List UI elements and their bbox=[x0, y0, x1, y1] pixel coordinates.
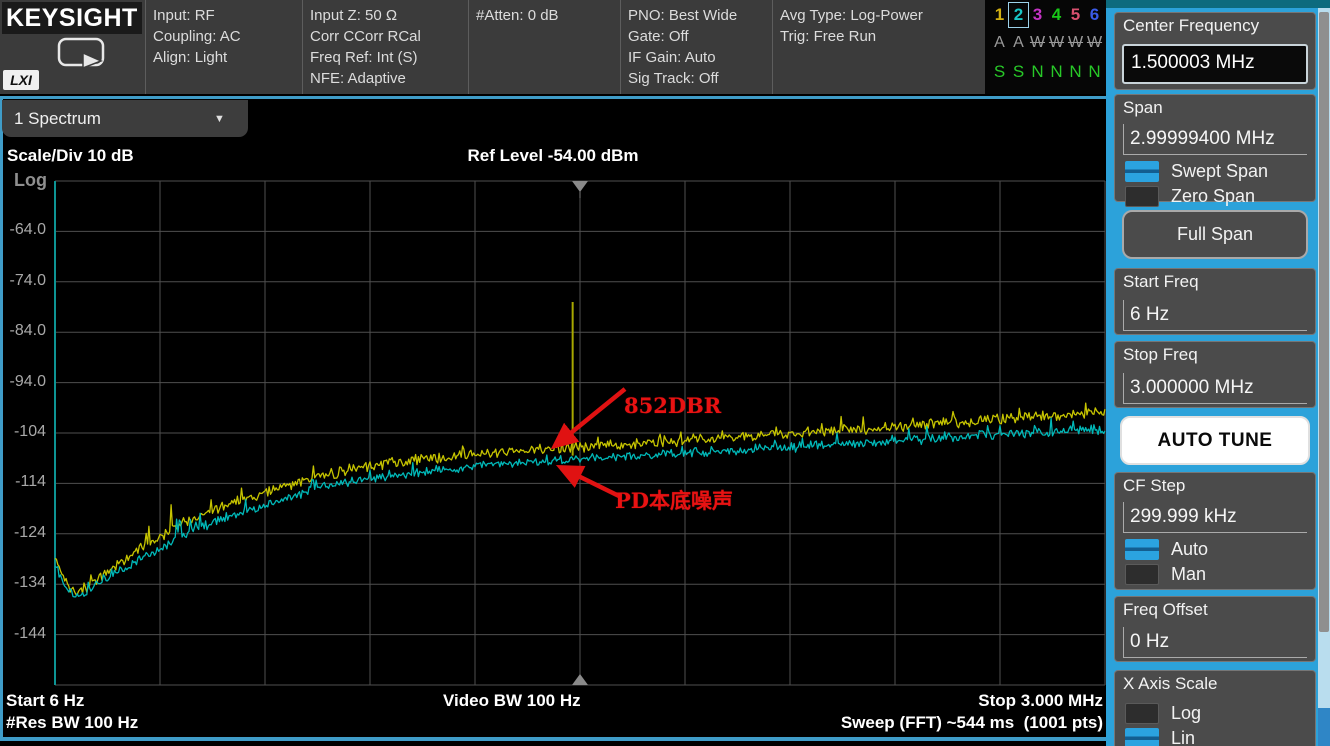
toggle-option-zero-span[interactable]: Zero Span bbox=[1115, 184, 1315, 210]
toggle-label: Zero Span bbox=[1171, 184, 1255, 209]
sidebar-scrollbar-thumb[interactable] bbox=[1319, 12, 1329, 632]
auto-tune-button[interactable]: AUTO TUNE bbox=[1120, 416, 1310, 465]
toggle-selected-indicator bbox=[1125, 728, 1159, 746]
toggle-unselected-indicator bbox=[1125, 186, 1159, 207]
start-freq-label: Start Freq bbox=[1123, 272, 1199, 292]
cf-step-value[interactable]: 299.999 kHz bbox=[1123, 502, 1307, 533]
toggle-label: Man bbox=[1171, 562, 1206, 587]
full-span-button[interactable]: Full Span bbox=[1122, 210, 1308, 259]
toggle-option-lin[interactable]: Lin bbox=[1115, 726, 1315, 746]
span-value[interactable]: 2.99999400 MHz bbox=[1123, 124, 1307, 155]
freq-offset-panel[interactable]: Freq Offset 0 Hz bbox=[1114, 596, 1316, 662]
stop-freq-panel[interactable]: Stop Freq 3.000000 MHz bbox=[1114, 341, 1316, 408]
annotation-pd-noise-floor: PD本底噪声 bbox=[615, 485, 733, 515]
freq-offset-label: Freq Offset bbox=[1123, 600, 1208, 620]
center-frequency-input[interactable]: 1.500003 MHz bbox=[1122, 44, 1308, 84]
stop-freq-value[interactable]: 3.000000 MHz bbox=[1123, 373, 1307, 404]
toggle-label: Swept Span bbox=[1171, 159, 1268, 184]
start-freq-panel[interactable]: Start Freq 6 Hz bbox=[1114, 268, 1316, 335]
freq-menu-sidebar: Center Frequency 1.500003 MHz Span 2.999… bbox=[1106, 0, 1330, 746]
center-frequency-panel[interactable]: Center Frequency 1.500003 MHz bbox=[1114, 12, 1316, 90]
sweep-readout: Sweep (FFT) ~544 ms (1001 pts) bbox=[841, 713, 1103, 733]
instrument-screen: KEYSIGHT LXI Input: RFCoupling: ACAlign:… bbox=[0, 0, 1330, 746]
sidebar-top-strip bbox=[1106, 0, 1330, 8]
span-label: Span bbox=[1123, 98, 1163, 118]
toggle-option-log[interactable]: Log bbox=[1115, 701, 1315, 727]
toggle-label: Lin bbox=[1171, 726, 1195, 746]
toggle-option-auto[interactable]: Auto bbox=[1115, 537, 1315, 563]
toggle-unselected-indicator bbox=[1125, 703, 1159, 724]
start-freq-value[interactable]: 6 Hz bbox=[1123, 300, 1307, 331]
spectrum-plot bbox=[0, 0, 1110, 746]
sidebar-scrollbar-button[interactable] bbox=[1318, 708, 1330, 746]
toggle-label: Auto bbox=[1171, 537, 1208, 562]
span-panel[interactable]: Span 2.99999400 MHz Swept SpanZero Span bbox=[1114, 94, 1316, 202]
x-axis-scale-label: X Axis Scale bbox=[1123, 674, 1218, 694]
cf-step-label: CF Step bbox=[1123, 476, 1185, 496]
toggle-option-man[interactable]: Man bbox=[1115, 562, 1315, 588]
cf-step-panel[interactable]: CF Step 299.999 kHz AutoMan bbox=[1114, 472, 1316, 590]
center-frequency-label: Center Frequency bbox=[1123, 16, 1259, 36]
stop-freq-label: Stop Freq bbox=[1123, 345, 1198, 365]
stop-freq-readout: Stop 3.000 MHz bbox=[978, 691, 1103, 711]
toggle-unselected-indicator bbox=[1125, 564, 1159, 585]
annotation-852dbr: 852DBR bbox=[624, 393, 721, 418]
start-freq-readout: Start 6 Hz bbox=[6, 691, 84, 711]
toggle-selected-indicator bbox=[1125, 161, 1159, 182]
x-axis-scale-panel[interactable]: X Axis Scale LogLin bbox=[1114, 670, 1316, 746]
toggle-option-swept-span[interactable]: Swept Span bbox=[1115, 159, 1315, 185]
video-bw-readout: Video BW 100 Hz bbox=[443, 691, 581, 711]
toggle-label: Log bbox=[1171, 701, 1201, 726]
freq-offset-value[interactable]: 0 Hz bbox=[1123, 627, 1307, 658]
res-bw-readout: #Res BW 100 Hz bbox=[6, 713, 138, 733]
toggle-selected-indicator bbox=[1125, 539, 1159, 560]
